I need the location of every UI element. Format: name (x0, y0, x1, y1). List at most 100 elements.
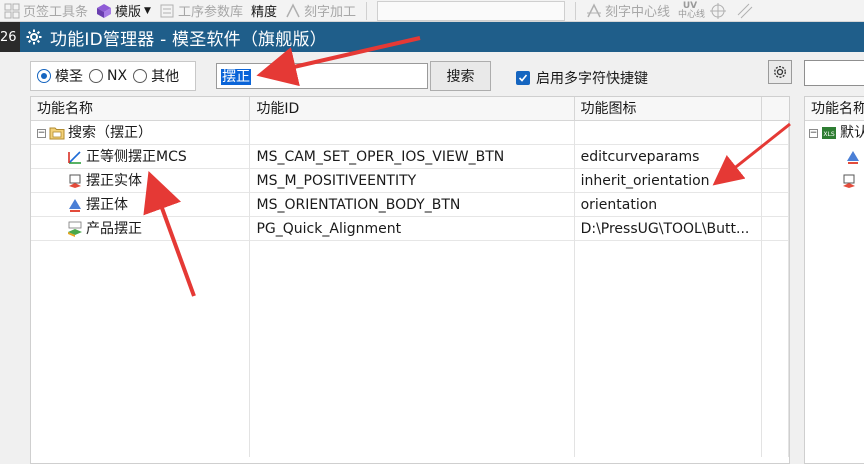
function-name: 摆正实体 (86, 173, 142, 189)
folder-icon (49, 127, 65, 140)
table-cell (250, 337, 575, 361)
orientation-icon (847, 151, 859, 164)
radio-other[interactable]: 其他 (133, 66, 179, 86)
empty-row (31, 289, 789, 313)
radio-nx[interactable]: NX (89, 68, 127, 84)
right-row[interactable] (805, 169, 864, 193)
engrave-icon (286, 2, 300, 17)
table-cell (574, 361, 763, 385)
precision-button[interactable]: 精度 (247, 0, 281, 22)
collapse-icon[interactable]: − (809, 128, 818, 138)
settings-button[interactable] (768, 60, 792, 84)
background-window-text: 26 (0, 29, 17, 45)
toolbar-combo[interactable] (377, 0, 565, 21)
table-cell (762, 289, 789, 313)
page-tools-button[interactable]: 页签工具条 (0, 0, 92, 22)
grid-icon (4, 3, 20, 18)
table-row[interactable]: 正等侧摆正MCS MS_CAM_SET_OPER_IOS_VIEW_BTN ed… (31, 145, 789, 169)
xls-icon: XLS (822, 127, 836, 139)
dialog-title-bar[interactable]: 26 功能ID管理器 - 模圣软件（旗舰版） (0, 22, 864, 52)
table-row[interactable]: 摆正体 MS_ORIENTATION_BODY_BTN orientation (31, 193, 789, 217)
column-header-id[interactable]: 功能ID (250, 97, 575, 121)
table-cell (31, 385, 251, 409)
process-lib-icon (160, 4, 174, 17)
table-cell (762, 121, 789, 145)
table-cell (762, 409, 789, 433)
dialog-title: 功能ID管理器 - 模圣软件（旗舰版） (50, 29, 327, 50)
right-search-input[interactable] (804, 60, 864, 86)
orientation-icon (69, 199, 81, 212)
table-cell (31, 265, 251, 289)
right-column-header[interactable]: 功能名称 (805, 97, 864, 121)
hatch-button[interactable] (733, 0, 760, 22)
table-cell (762, 433, 789, 457)
table-row-group[interactable]: − 搜索（摆正） (31, 121, 789, 145)
gear-icon (774, 66, 786, 78)
template-icon (97, 3, 112, 18)
search-button[interactable]: 搜索 (430, 61, 491, 91)
search-input[interactable]: 摆正 (216, 63, 428, 89)
background-window-fragment: 26 (0, 22, 20, 52)
right-group-row[interactable]: − XLS 默认 (805, 121, 864, 145)
empty-row (31, 361, 789, 385)
column-header-name[interactable]: 功能名称 (31, 97, 251, 121)
table-header: 功能名称 功能ID 功能图标 (31, 97, 789, 121)
table-cell (250, 289, 575, 313)
top-toolbar: 页签工具条 模版 ▼ 工序参数库 精度 刻字加工 刻字中心线 UV 中心线 (0, 0, 864, 22)
radio-label: 模圣 (55, 69, 83, 85)
name-cell: 摆正体 (31, 193, 251, 217)
function-id: MS_M_POSITIVEENTITY (250, 169, 575, 193)
table-cell (762, 193, 789, 217)
column-header-icon[interactable]: 功能图标 (575, 97, 763, 121)
search-row: 模圣 NX 其他 摆正 搜索 启用多字符快捷键 (0, 52, 864, 96)
table-cell (250, 433, 575, 457)
table-cell (762, 385, 789, 409)
engrave-center-button[interactable]: 刻字中心线 (582, 0, 674, 22)
hatch-icon (737, 3, 753, 18)
precision-label: 精度 (250, 5, 277, 20)
uv-bottom-label: 中心线 (678, 9, 706, 20)
right-cell (805, 145, 864, 169)
radio-label: NX (107, 68, 128, 84)
table-cell (31, 313, 251, 337)
table-cell (250, 241, 575, 265)
toolbar-divider (575, 1, 576, 20)
multichar-shortcut-checkbox[interactable]: 启用多字符快捷键 (516, 68, 648, 88)
engrave-button[interactable]: 刻字加工 (281, 0, 360, 22)
table-cell (31, 361, 251, 385)
table-cell (762, 313, 789, 337)
right-group-cell: − XLS 默认 (805, 121, 864, 145)
chevron-down-icon: ▼ (144, 5, 151, 16)
radio-mosheng[interactable]: 模圣 (37, 66, 83, 86)
table-cell (250, 313, 575, 337)
search-input-value: 摆正 (221, 69, 251, 85)
right-group-label: 默认 (840, 125, 864, 141)
radio-dot (89, 69, 103, 83)
function-icon-name: inherit_orientation (575, 169, 763, 193)
table-cell (31, 337, 251, 361)
table-row[interactable]: 产品摆正 PG_Quick_Alignment D:\PressUG\TOOL\… (31, 217, 789, 241)
group-cell: − 搜索（摆正） (31, 121, 251, 145)
table-cell (574, 313, 763, 337)
crosshair-button[interactable] (706, 0, 733, 22)
template-button[interactable]: 模版 ▼ (92, 0, 155, 22)
table-cell (574, 433, 763, 457)
app-root: 页签工具条 模版 ▼ 工序参数库 精度 刻字加工 刻字中心线 UV 中心线 26… (0, 0, 864, 464)
table-cell (574, 337, 763, 361)
function-icon-name: orientation (575, 193, 763, 217)
table-cell (574, 241, 763, 265)
collapse-icon[interactable]: − (37, 128, 46, 138)
empty-row (31, 241, 789, 265)
table-cell (250, 265, 575, 289)
table-cell (574, 265, 763, 289)
right-row[interactable] (805, 145, 864, 169)
right-cell (805, 169, 860, 193)
name-cell: 正等侧摆正MCS (31, 145, 251, 169)
process-lib-button[interactable]: 工序参数库 (155, 0, 247, 22)
table-cell (762, 265, 789, 289)
empty-row (31, 337, 789, 361)
function-name: 产品摆正 (86, 221, 142, 237)
table-row[interactable]: 摆正实体 MS_M_POSITIVEENTITY inherit_orienta… (31, 169, 789, 193)
uv-center-button[interactable]: UV 中心线 (674, 0, 706, 22)
gear-icon (26, 29, 42, 45)
